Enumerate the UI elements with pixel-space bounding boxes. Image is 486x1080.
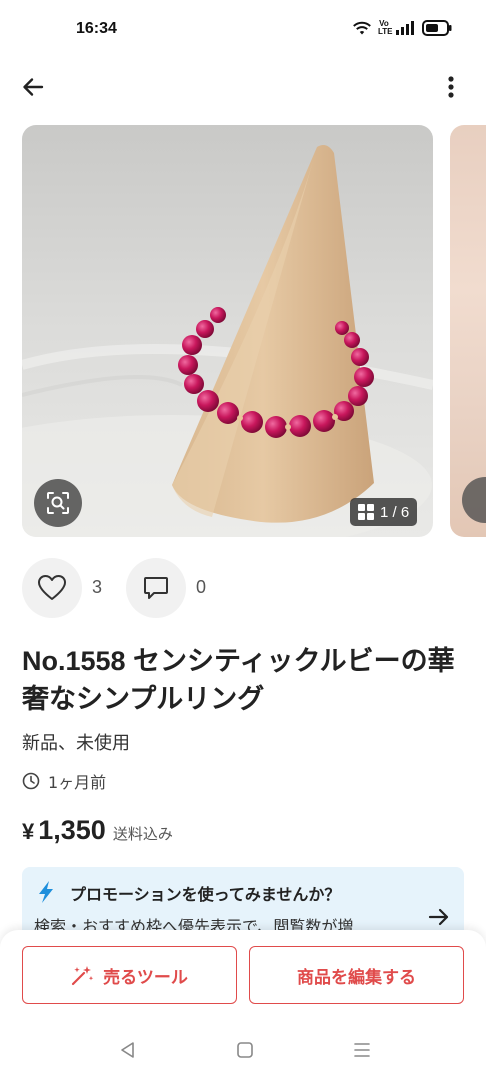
image-search-icon: [462, 477, 486, 523]
edit-item-button[interactable]: 商品を編集する: [249, 946, 464, 1004]
sell-tools-button[interactable]: 売るツール: [22, 946, 237, 1004]
status-time: 16:34: [76, 20, 117, 37]
volte-icon: Vo LTE: [378, 19, 393, 36]
system-nav-bar: [0, 1030, 486, 1070]
image-counter[interactable]: 1 / 6: [350, 498, 418, 526]
ring-on-cone-image: [22, 125, 433, 537]
nav-home-button[interactable]: [230, 1038, 260, 1062]
clock-icon: [22, 772, 40, 790]
promotion-title: プロモーションを使ってみませんか？: [70, 885, 341, 904]
nav-menu-button[interactable]: [347, 1038, 377, 1062]
comment-icon: [144, 577, 168, 599]
price-row: ¥ 1,350 送料込み: [22, 815, 173, 846]
grid-icon: [358, 504, 374, 520]
wifi-icon: [352, 20, 372, 36]
back-button[interactable]: [16, 70, 50, 104]
signal-icon: [396, 21, 416, 35]
comment-count: 0: [196, 577, 207, 597]
image-counter-text: 1 / 6: [380, 503, 410, 521]
product-photo[interactable]: 1 / 6: [22, 125, 433, 537]
nav-back-button[interactable]: [113, 1038, 143, 1062]
status-bar: 16:34 Vo LTE: [0, 0, 486, 62]
lightning-icon: [39, 881, 53, 903]
more-options-button[interactable]: [434, 70, 468, 104]
triangle-back-icon: [121, 1042, 134, 1058]
item-condition: 新品、未使用: [22, 733, 130, 754]
next-product-photo[interactable]: [450, 125, 486, 537]
back-arrow-icon: [23, 78, 44, 96]
menu-lines-icon: [354, 1043, 370, 1057]
price-value: 1,350: [38, 815, 106, 845]
shipping-label: 送料込み: [112, 825, 173, 843]
like-button[interactable]: [22, 558, 82, 618]
image-search-button[interactable]: [34, 479, 82, 527]
edit-item-label: 商品を編集する: [297, 967, 416, 988]
comment-button[interactable]: [126, 558, 186, 618]
posted-time: 1ヶ月前: [22, 769, 106, 793]
like-count: 3: [92, 577, 103, 597]
arrow-right-icon: [428, 908, 449, 926]
battery-icon: [422, 20, 452, 36]
sparkle-wand-icon: [72, 966, 94, 986]
image-carousel[interactable]: 1 / 6: [22, 125, 486, 537]
bottom-action-bar: 売るツール 商品を編集する: [0, 930, 486, 1080]
more-vertical-icon: [448, 76, 454, 98]
posted-time-text: 1ヶ月前: [48, 773, 107, 792]
status-icons: Vo LTE: [352, 20, 452, 36]
square-home-icon: [237, 1042, 253, 1058]
price-currency: ¥: [22, 819, 35, 844]
sell-tools-label: 売るツール: [103, 967, 188, 988]
heart-icon: [38, 575, 66, 600]
item-title: No.1558 センシティックルビーの華奢なシンプルリング: [22, 646, 455, 714]
image-search-icon: [47, 492, 69, 514]
